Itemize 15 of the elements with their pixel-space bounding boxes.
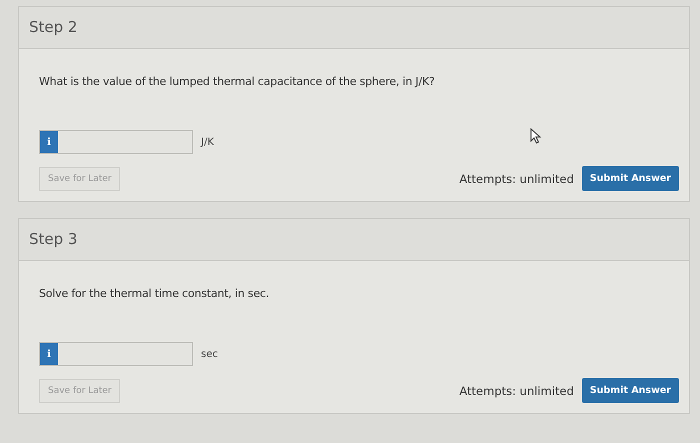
step-title: Step 2: [29, 18, 78, 36]
question-text: Solve for the thermal time constant, in sec.: [39, 287, 270, 300]
step-title: Step 3: [29, 230, 78, 248]
info-icon[interactable]: i: [40, 343, 58, 365]
submit-button[interactable]: Submit Answer: [582, 166, 679, 191]
unit-label: sec: [201, 348, 218, 360]
info-icon[interactable]: i: [40, 131, 58, 153]
submit-button[interactable]: Submit Answer: [582, 378, 679, 403]
attempts-label: Attempts: unlimited: [459, 384, 574, 398]
unit-label: J/K: [201, 136, 214, 148]
answer-field[interactable]: i: [39, 130, 193, 154]
attempts-label: Attempts: unlimited: [459, 172, 574, 186]
question-text: What is the value of the lumped thermal capacitance of the sphere, in J/K?: [39, 75, 436, 88]
answer-field[interactable]: i: [39, 342, 193, 366]
cursor-icon: [530, 128, 542, 144]
